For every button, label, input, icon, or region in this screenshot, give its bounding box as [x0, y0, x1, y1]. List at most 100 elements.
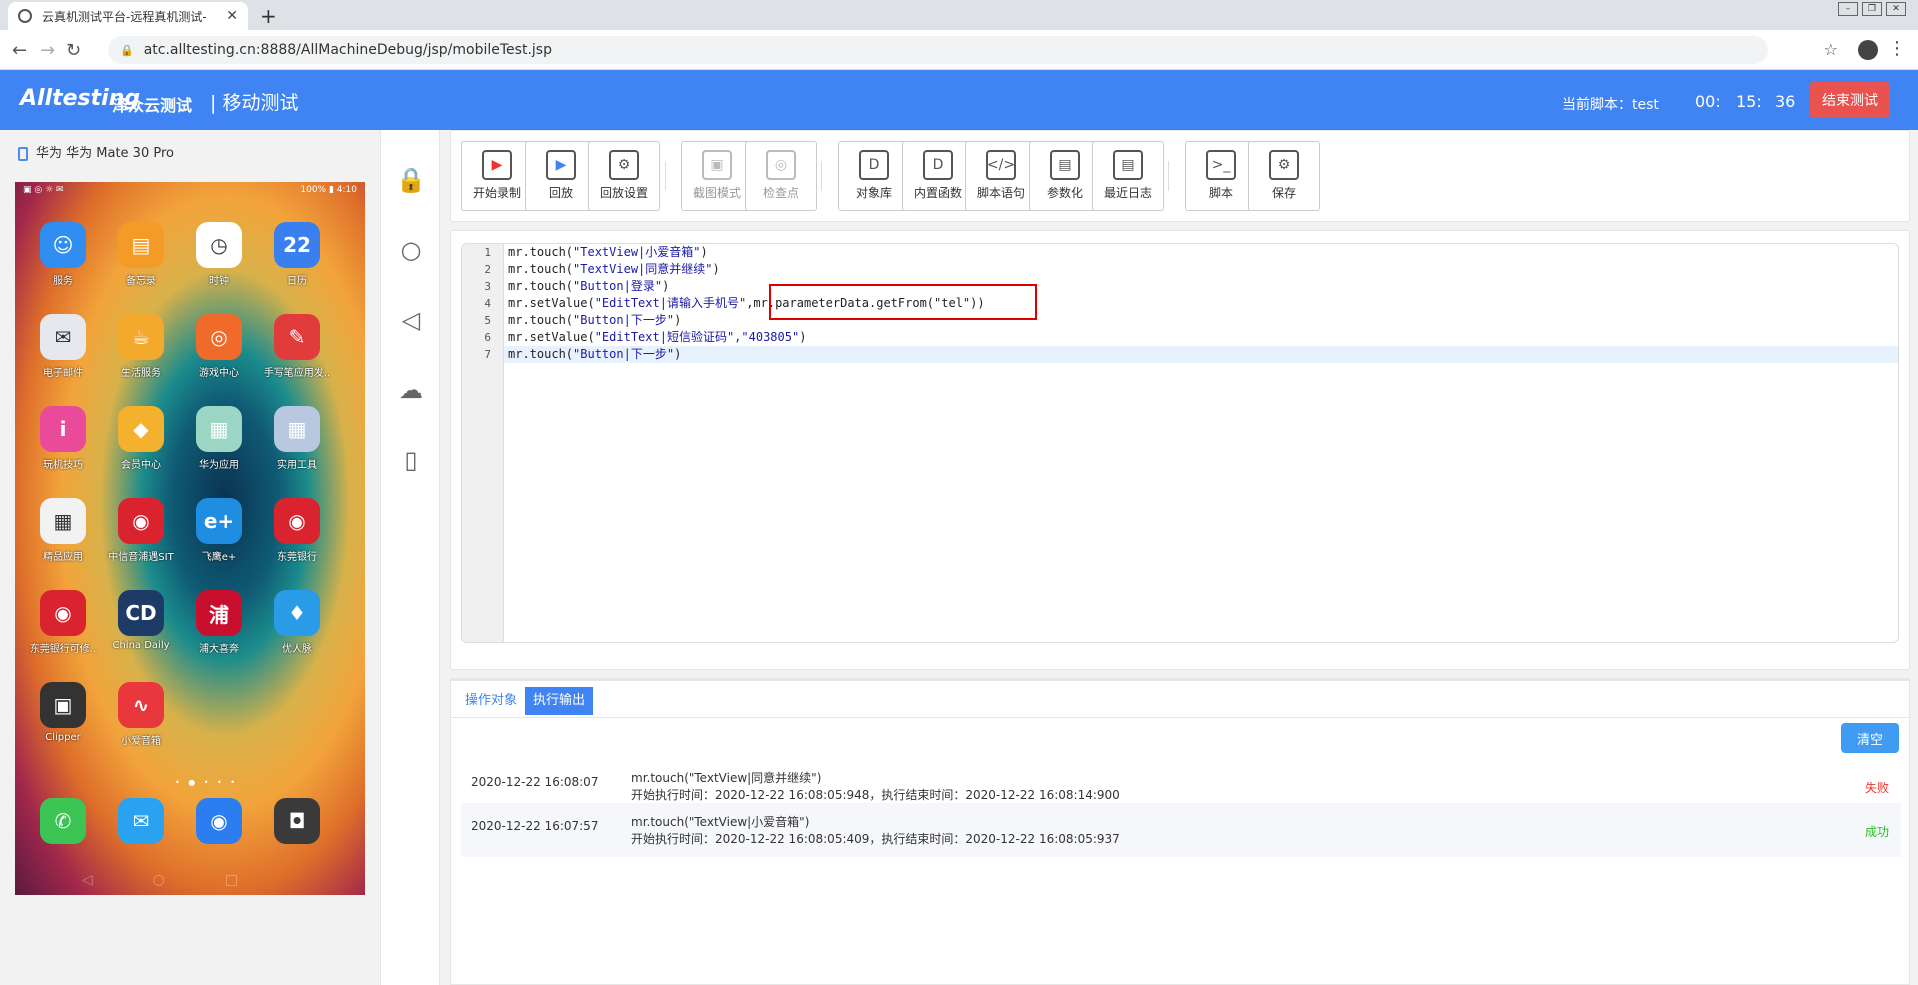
end-test-button[interactable]: 结束测试	[1810, 82, 1890, 118]
code-editor[interactable]: 1234567 mr.touch("TextView|小爱音箱") mr.touc…	[461, 243, 1899, 643]
toolbar-button[interactable]: ▤ 最近日志	[1092, 141, 1164, 211]
forward-icon[interactable]: →	[40, 40, 55, 61]
page-indicator: • ● • • •	[175, 778, 239, 787]
app-icon[interactable]: ◆ 会员中心	[103, 406, 179, 471]
app-icon[interactable]: ☺ 服务	[25, 222, 101, 287]
url-field[interactable]: 🔒 atc.alltesting.cn:8888/AllMachineDebug…	[108, 36, 1768, 64]
code-rest: )	[674, 313, 682, 327]
code-line[interactable]: mr.touch("Button|下一步")	[504, 346, 1898, 363]
code-lines[interactable]: mr.touch("TextView|小爱音箱") mr.touch("TextV…	[504, 244, 1898, 363]
address-bar: ← → ↻ 🔒 atc.alltesting.cn:8888/AllMachin…	[0, 30, 1918, 70]
reload-icon[interactable]: ↻	[66, 40, 81, 61]
main-area: ▶ 开始录制 ▶ 回放 ⚙ 回放设置 ▣ 截图模式 ◎ 检查点 D 对象库 D 内置函数 </> 脚本语句 ▤ 参…	[450, 130, 1911, 985]
account-icon[interactable]	[1858, 40, 1878, 60]
dock-app-icon[interactable]: ✆	[25, 798, 101, 844]
toolbar: ▶ 开始录制 ▶ 回放 ⚙ 回放设置 ▣ 截图模式 ◎ 检查点 D 对象库 D 内置函数 </> 脚本语句 ▤ 参…	[450, 130, 1910, 222]
phone-icon	[18, 146, 28, 161]
phone-screen[interactable]: ▣ ◎ ☼ ✉ 100% ▮ 4:10 ☺ 服务 ▤ 备忘录 ◷ 时钟 22 日历 ✉ 电子邮件 ☕…	[15, 182, 365, 895]
app-icon[interactable]: ▤ 备忘录	[103, 222, 179, 287]
home-circle-icon[interactable]: ○	[397, 236, 425, 264]
toolbar-button-icon: </>	[986, 150, 1016, 180]
clear-button[interactable]: 清空	[1841, 723, 1899, 753]
more-menu-icon[interactable]: ⋮	[1888, 38, 1906, 59]
window-close-icon[interactable]: ✕	[1886, 2, 1906, 16]
app-icon[interactable]: ◎ 游戏中心	[181, 314, 257, 379]
browser-tab[interactable]: 云真机测试平台-远程真机测试- ✕	[8, 2, 248, 30]
back-icon[interactable]: ←	[12, 40, 27, 61]
toolbar-button[interactable]: ▶ 开始录制	[461, 141, 533, 211]
code-string: "EditText|请输入手机号"	[594, 296, 747, 310]
app-label: 电子邮件	[43, 368, 83, 379]
toolbar-button[interactable]: ◎ 检查点	[745, 141, 817, 211]
toolbar-button-label: 回放	[548, 186, 573, 200]
app-icon[interactable]: 22 日历	[259, 222, 335, 287]
app-label: 玩机技巧	[43, 460, 83, 471]
phone-off-icon[interactable]: ▯	[397, 446, 425, 474]
toolbar-button[interactable]: >_ 脚本	[1185, 141, 1257, 211]
code-rest: )	[674, 347, 682, 361]
code-line[interactable]: mr.touch("Button|下一步")	[504, 312, 1898, 329]
close-icon[interactable]: ✕	[226, 8, 238, 24]
upload-cloud-icon[interactable]: ☁	[397, 376, 425, 404]
app-icon[interactable]: e+ 飞鹰e+	[181, 498, 257, 563]
app-label: 游戏中心	[199, 368, 239, 379]
restore-icon[interactable]: ❐	[1862, 2, 1882, 16]
minimize-icon[interactable]: –	[1838, 2, 1858, 16]
toolbar-button[interactable]: ⚙ 保存	[1248, 141, 1320, 211]
toolbar-button[interactable]: </> 脚本语句	[965, 141, 1037, 211]
device-name-text: 华为 华为 Mate 30 Pro	[36, 146, 174, 161]
toolbar-button[interactable]: ⚙ 回放设置	[588, 141, 660, 211]
code-call: mr.touch(	[508, 279, 574, 293]
toolbar-button[interactable]: D 对象库	[838, 141, 910, 211]
dock-app-icon[interactable]: ✉	[103, 798, 179, 844]
toolbar-button[interactable]: ▤ 参数化	[1029, 141, 1101, 211]
code-line[interactable]: mr.touch("TextView|同意并继续")	[504, 261, 1898, 278]
code-line[interactable]: mr.setValue("EditText|短信验证码","403805")	[504, 329, 1898, 346]
app-icon[interactable]: ▦ 精品应用	[25, 498, 101, 563]
line-number: 7	[484, 348, 491, 361]
app-icon[interactable]: ✉ 电子邮件	[25, 314, 101, 379]
app-glyph-icon: ◎	[196, 314, 242, 360]
toolbar-button[interactable]: D 内置函数	[902, 141, 974, 211]
code-line[interactable]: mr.touch("TextView|小爱音箱")	[504, 244, 1898, 261]
tab-execution-output[interactable]: 执行输出	[525, 687, 594, 715]
code-line[interactable]: mr.touch("Button|登录")	[504, 278, 1898, 295]
app-icon[interactable]: ▦ 华为应用	[181, 406, 257, 471]
toolbar-button-icon: ▶	[546, 150, 576, 180]
tab-objects[interactable]: 操作对象	[457, 687, 525, 715]
toolbar-separator	[1168, 161, 1169, 191]
toolbar-button-label: 内置函数	[913, 186, 962, 200]
app-label: 东莞银行可修..	[29, 644, 97, 655]
app-glyph-icon: e+	[196, 498, 242, 544]
app-icon[interactable]: ∿ 小爱音箱	[103, 682, 179, 747]
code-rest: )	[662, 279, 670, 293]
code-string: "Button|下一步"	[573, 313, 675, 327]
app-icon[interactable]: ✎ 手写笔应用发..	[259, 314, 335, 379]
new-tab-icon[interactable]: +	[260, 4, 277, 28]
app-icon[interactable]: ◉ 东莞银行	[259, 498, 335, 563]
logo-subtitle: 泽众云测试	[112, 96, 193, 115]
dock-app-icon[interactable]: ◉	[181, 798, 257, 844]
app-icon[interactable]: ▦ 实用工具	[259, 406, 335, 471]
app-icon[interactable]: 浦浦大喜奔	[181, 590, 257, 655]
back-triangle-icon[interactable]: ◁	[397, 306, 425, 334]
globe-icon	[18, 9, 32, 23]
row-detail: 开始执行时间：2020-12-22 16:08:05:409，执行结束时间：20…	[631, 832, 1120, 846]
app-glyph-icon: ☺	[40, 222, 86, 268]
code-line[interactable]: mr.setValue("EditText|请输入手机号",mr.paramet…	[504, 295, 1898, 312]
dock-glyph-icon: ✆	[40, 798, 86, 844]
app-icon[interactable]: ◉ 中信音浦遇SIT	[103, 498, 179, 563]
app-icon[interactable]: CD China Daily	[103, 590, 179, 651]
bookmark-star-icon[interactable]: ☆	[1824, 40, 1838, 59]
app-icon[interactable]: ▣ Clipper	[25, 682, 101, 743]
app-icon[interactable]: ◉ 东莞银行可修..	[25, 590, 101, 655]
lock-icon[interactable]: 🔒	[396, 166, 426, 194]
toolbar-button[interactable]: ▣ 截图模式	[681, 141, 753, 211]
app-icon[interactable]: ♦ 优人脉	[259, 590, 335, 655]
dock-app-icon[interactable]: ◘	[259, 798, 335, 844]
app-icon[interactable]: ☕ 生活服务	[103, 314, 179, 379]
app-icon[interactable]: i 玩机技巧	[25, 406, 101, 471]
tab-divider	[451, 717, 1911, 718]
toolbar-button[interactable]: ▶ 回放	[525, 141, 597, 211]
app-icon[interactable]: ◷ 时钟	[181, 222, 257, 287]
